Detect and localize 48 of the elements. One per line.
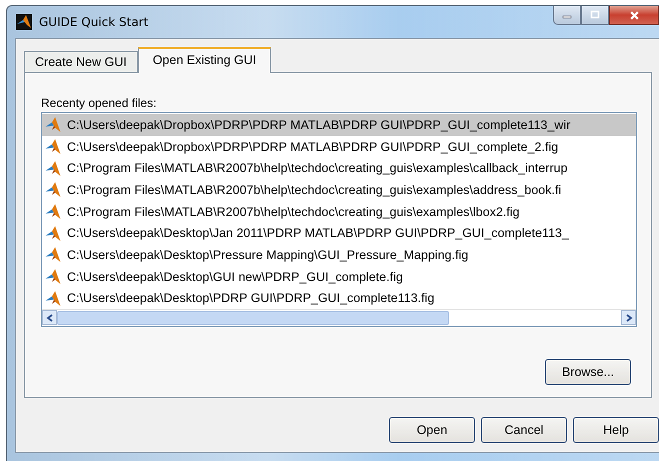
- file-list-item[interactable]: C:\Users\deepak\Dropbox\PDRP\PDRP MATLAB\PDRP GUI\PDRP_GUI_complete113_wir: [42, 114, 636, 136]
- matlab-file-icon: [44, 290, 62, 307]
- chevron-left-icon: [46, 314, 54, 322]
- dialog-button[interactable]: Cancel: [481, 417, 567, 443]
- file-path: C:\Users\deepak\Desktop\PDRP GUI\PDRP_GUI_complete113.fig: [67, 291, 434, 306]
- window-title: GUIDE Quick Start: [39, 15, 148, 29]
- browse-button[interactable]: Browse...: [545, 359, 631, 385]
- matlab-file-icon: [44, 138, 62, 156]
- close-icon: [628, 10, 640, 20]
- file-list-item[interactable]: C:\Users\deepak\Desktop\Pressure Mapping\GUI_Pressure_Mapping.fig: [42, 244, 636, 266]
- maximize-icon: [590, 10, 600, 20]
- file-list-item[interactable]: C:\Program Files\MATLAB\R2007b\help\techdoc\creating_guis\examples\callback_interrup: [42, 157, 636, 180]
- dialog-button[interactable]: Help: [573, 417, 659, 443]
- file-list-item[interactable]: C:\Program Files\MATLAB\R2007b\help\techdoc\creating_guis\examples\lbox2.fig: [42, 200, 636, 222]
- matlab-file-icon: [44, 116, 62, 134]
- file-path: C:\Program Files\MATLAB\R2007b\help\techdoc\creating_guis\examples\address_book.fi: [67, 182, 562, 197]
- file-path: C:\Users\deepak\Desktop\Pressure Mapping\GUI_Pressure_Mapping.fig: [67, 248, 468, 262]
- file-path: C:\Users\deepak\Dropbox\PDRP\PDRP MATLAB\PDRP GUI\PDRP_GUI_complete_2.fig: [67, 140, 558, 154]
- file-path: C:\Users\deepak\Desktop\GUI new\PDRP_GUI_complete.fig: [67, 270, 403, 284]
- file-path: C:\Program Files\MATLAB\R2007b\help\techdoc\creating_guis\examples\callback_interrup: [67, 161, 568, 176]
- matlab-file-icon: [44, 203, 62, 220]
- file-path: C:\Program Files\MATLAB\R2007b\help\techdoc\creating_guis\examples\lbox2.fig: [67, 204, 520, 219]
- file-list-item[interactable]: C:\Program Files\MATLAB\R2007b\help\techdoc\creating_guis\examples\address_book.fi: [42, 179, 636, 201]
- matlab-file-icon: [44, 160, 62, 177]
- file-list-item[interactable]: C:\Users\deepak\Dropbox\PDRP\PDRP MATLAB\PDRP GUI\PDRP_GUI_complete_2.fig: [42, 136, 636, 158]
- matlab-file-icon: [44, 268, 62, 286]
- scroll-right-button[interactable]: [621, 310, 636, 326]
- chevron-right-icon: [624, 314, 632, 322]
- list-label: Recenty opened files:: [41, 96, 158, 112]
- scroll-thumb[interactable]: [57, 311, 449, 325]
- tab[interactable]: Create New GUI: [24, 51, 138, 72]
- dialog-button[interactable]: Open: [389, 417, 475, 443]
- matlab-file-icon: [44, 246, 62, 264]
- maximize-button[interactable]: [581, 6, 609, 25]
- file-list-item[interactable]: C:\Users\deepak\Desktop\GUI new\PDRP_GUI_complete.fig: [42, 266, 636, 288]
- minimize-button[interactable]: [553, 6, 581, 25]
- file-path: C:\Users\deepak\Desktop\Jan 2011\PDRP MATLAB\PDRP GUI\PDRP_GUI_complete113_: [67, 226, 569, 240]
- tab[interactable]: Open Existing GUI: [138, 47, 272, 73]
- file-list[interactable]: [41, 112, 637, 327]
- file-path: C:\Users\deepak\Dropbox\PDRP\PDRP MATLAB\PDRP GUI\PDRP_GUI_complete113_wir: [67, 118, 570, 132]
- close-button[interactable]: [609, 6, 659, 25]
- matlab-file-icon: [44, 224, 62, 242]
- scroll-left-button[interactable]: [42, 310, 57, 326]
- file-list-item[interactable]: C:\Users\deepak\Desktop\Jan 2011\PDRP MATLAB\PDRP GUI\PDRP_GUI_complete113_: [42, 222, 636, 244]
- app-icon: [16, 14, 32, 30]
- horizontal-scrollbar[interactable]: [42, 309, 636, 326]
- matlab-file-icon: [44, 181, 62, 198]
- file-list-item[interactable]: C:\Users\deepak\Desktop\PDRP GUI\PDRP_GUI_complete113.fig: [42, 288, 636, 310]
